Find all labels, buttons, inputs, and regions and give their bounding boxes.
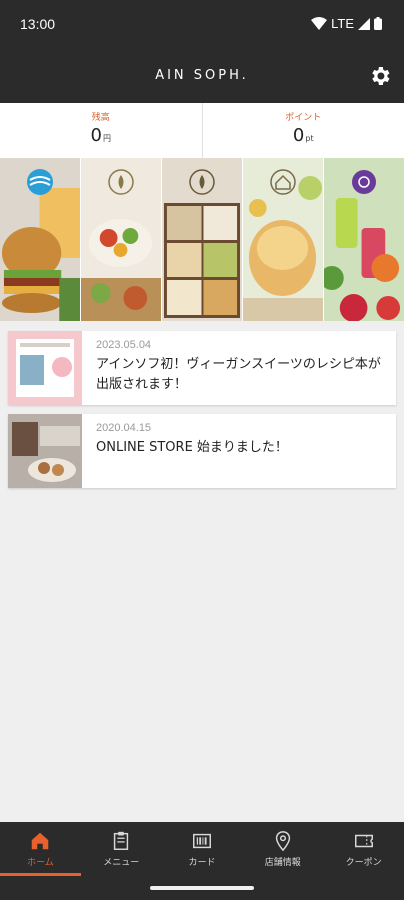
brand-tile-5[interactable] — [324, 158, 404, 321]
balance-bar: 残高 0円 ポイント 0pt — [0, 103, 404, 158]
house-logo-icon — [270, 169, 296, 195]
points-amount: 0 — [292, 125, 305, 146]
signal-icon — [358, 17, 370, 30]
news-title: アインソフ初！ヴィーガンスイーツのレシピ本が出版されます！ — [96, 357, 381, 392]
nav-coupon[interactable]: クーポン — [323, 822, 404, 876]
bottom-nav: ホーム メニュー カード 店舗情報 クーポン — [0, 822, 404, 876]
leaf-logo-icon — [189, 169, 215, 195]
nav-menu-label: メニュー — [103, 858, 140, 868]
news-list: 2023.05.04 アインソフ初！ヴィーガンスイーツのレシピ本が出版されます！… — [8, 331, 396, 497]
brand-tile-4[interactable] — [243, 158, 324, 321]
news-body: 2023.05.04 アインソフ初！ヴィーガンスイーツのレシピ本が出版されます！ — [82, 331, 396, 405]
status-time: 13:00 — [20, 16, 56, 32]
brand-tile-3[interactable] — [162, 158, 243, 321]
points-balance-label: ポイント — [285, 113, 322, 123]
news-body: 2020.04.15 ONLINE STORE 始まりました！ — [82, 414, 396, 488]
nav-home[interactable]: ホーム — [0, 822, 81, 876]
points-unit: pt — [305, 134, 314, 143]
cash-amount: 0 — [90, 125, 102, 146]
card-icon — [193, 833, 211, 849]
nav-card-label: カード — [188, 858, 216, 868]
circle-logo-icon — [352, 170, 376, 194]
network-type: LTE — [331, 16, 354, 31]
cash-balance-label: 残高 — [91, 113, 110, 123]
news-title: ONLINE STORE 始まりました！ — [96, 440, 288, 455]
nav-menu[interactable]: メニュー — [81, 822, 162, 876]
app-title: AIN SOPH. — [155, 68, 249, 83]
location-pin-icon — [275, 831, 290, 852]
home-gesture-bar[interactable] — [150, 886, 254, 890]
status-bar: 13:00 LTE — [0, 0, 404, 50]
cash-balance[interactable]: 残高 0円 — [0, 103, 202, 158]
coupon-icon — [354, 834, 373, 848]
brand-strip — [0, 158, 404, 321]
home-icon — [32, 832, 49, 850]
gear-icon[interactable] — [368, 64, 392, 88]
news-date: 2023.05.04 — [96, 339, 152, 351]
news-date: 2020.04.15 — [96, 422, 152, 434]
wave-logo-icon — [27, 169, 53, 195]
nav-store-info-label: 店舗情報 — [264, 858, 301, 868]
brand-tile-2[interactable] — [81, 158, 162, 321]
status-icons: LTE — [311, 16, 382, 31]
nav-card[interactable]: カード — [162, 822, 243, 876]
brand-tile-1[interactable] — [0, 158, 81, 321]
battery-icon — [374, 17, 382, 30]
gesture-area — [0, 876, 404, 900]
nav-home-label: ホーム — [27, 858, 54, 868]
points-balance[interactable]: ポイント 0pt — [201, 103, 404, 158]
wifi-icon — [311, 16, 328, 30]
menu-book-icon — [114, 831, 129, 850]
cash-balance-value: 0円 — [0, 125, 202, 146]
nav-store-info[interactable]: 店舗情報 — [242, 822, 323, 876]
news-item-2[interactable]: 2020.04.15 ONLINE STORE 始まりました！ — [8, 414, 396, 488]
news-item-1[interactable]: 2023.05.04 アインソフ初！ヴィーガンスイーツのレシピ本が出版されます！ — [8, 331, 396, 405]
online-store-thumbnail — [8, 414, 82, 488]
points-balance-value: 0pt — [203, 125, 404, 146]
leaf-logo-icon — [108, 169, 134, 195]
recipe-book-thumbnail — [8, 331, 82, 405]
nav-coupon-label: クーポン — [345, 858, 382, 868]
cash-unit: 円 — [102, 134, 111, 143]
app-header: AIN SOPH. — [0, 50, 404, 103]
